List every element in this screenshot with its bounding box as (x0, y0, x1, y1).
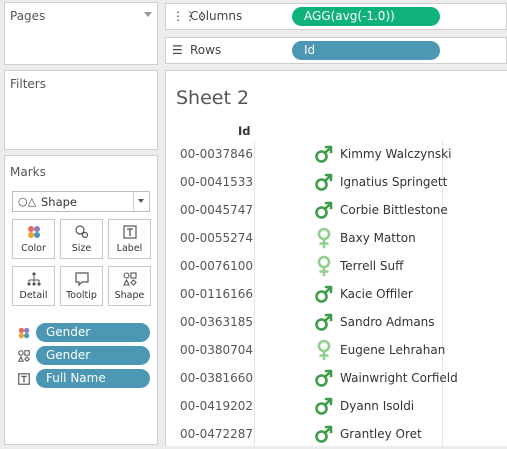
gender-color-field[interactable]: Gender (12, 323, 150, 343)
tooltip-button[interactable]: Tooltip (60, 266, 103, 306)
shape-button-label: Shape (114, 290, 145, 301)
sheet-title[interactable]: Sheet 2 (176, 87, 249, 109)
color-icon (13, 224, 54, 240)
table-row[interactable]: 00-0055274 Baxy Matton (166, 225, 507, 253)
row-full-name[interactable]: Ignatius Springett (340, 175, 447, 189)
row-id[interactable]: 00-0381660 (180, 371, 253, 385)
row-id[interactable]: 00-0041533 (180, 175, 253, 189)
row-id[interactable]: 00-0419202 (180, 399, 253, 413)
row-id[interactable]: 00-0045747 (180, 203, 253, 217)
row-full-name[interactable]: Eugene Lehrahan (340, 343, 445, 357)
male-symbol-icon[interactable] (314, 367, 334, 389)
detail-icon (13, 271, 54, 287)
rows-icon: ☰ (172, 43, 183, 57)
filters-title: Filters (10, 77, 46, 91)
column-header-id[interactable]: Id (238, 124, 251, 138)
row-id[interactable]: 00-0037846 (180, 147, 253, 161)
row-id[interactable]: 00-0363185 (180, 315, 253, 329)
gender-shape-field[interactable]: Gender (12, 346, 150, 366)
pages-title: Pages (10, 9, 46, 23)
tooltip-icon (61, 271, 102, 287)
table-row[interactable]: 00-0472287 Grantley Oret (166, 421, 507, 449)
male-symbol-icon[interactable] (314, 423, 334, 445)
row-full-name[interactable]: Grantley Oret (340, 427, 422, 441)
table-row[interactable]: 00-0419202 Dyann Isoldi (166, 393, 507, 421)
pages-menu-icon[interactable] (144, 12, 152, 17)
row-full-name[interactable]: Kimmy Walczynski (340, 147, 451, 161)
male-symbol-icon[interactable] (314, 143, 334, 165)
row-full-name[interactable]: Wainwright Corfield (340, 371, 458, 385)
filters-card[interactable]: Filters (4, 70, 158, 150)
table-row[interactable]: 00-0037846 Kimmy Walczynski (166, 141, 507, 169)
color-icon (16, 326, 32, 343)
gender-color-pill[interactable]: Gender (36, 323, 150, 342)
marks-card: Marks ○△ Shape Color Size Label Detail T… (4, 155, 158, 445)
mark-type-value: Shape (41, 195, 78, 209)
rows-label: Rows (190, 43, 222, 57)
pages-card[interactable]: Pages (4, 2, 158, 65)
male-symbol-icon[interactable] (314, 171, 334, 193)
color-button-label: Color (21, 243, 46, 254)
marks-title: Marks (10, 165, 46, 179)
mark-type-dropdown[interactable]: ○△ Shape (12, 191, 150, 212)
label-button-label: Label (116, 243, 143, 254)
table-row[interactable]: 00-0381660 Wainwright Corfield (166, 365, 507, 393)
row-full-name[interactable]: Kacie Offiler (340, 287, 413, 301)
worksheet-view: Sheet 2 Id 00-0037846 Kimmy Walczynski 00-… (165, 70, 507, 449)
table-row[interactable]: 00-0076100 Terrell Suff (166, 253, 507, 281)
rows-shelf[interactable]: ☰ Rows Id (165, 37, 507, 64)
columns-label: Columns (190, 9, 243, 23)
shape-button[interactable]: Shape (108, 266, 151, 306)
male-symbol-icon[interactable] (314, 311, 334, 333)
tooltip-button-label: Tooltip (66, 290, 97, 301)
row-id[interactable]: 00-0055274 (180, 231, 253, 245)
row-id[interactable]: 00-0076100 (180, 259, 253, 273)
row-id[interactable]: 00-0472287 (180, 427, 253, 441)
female-symbol-icon[interactable] (314, 227, 334, 249)
table-row[interactable]: 00-0041533 Ignatius Springett (166, 169, 507, 197)
shape-icon (109, 271, 150, 287)
male-symbol-icon[interactable] (314, 283, 334, 305)
male-symbol-icon[interactable] (314, 395, 334, 417)
table-row[interactable]: 00-0116166 Kacie Offiler (166, 281, 507, 309)
detail-button[interactable]: Detail (12, 266, 55, 306)
table-row[interactable]: 00-0380704 Eugene Lehrahan (166, 337, 507, 365)
label-icon (16, 372, 32, 389)
female-symbol-icon[interactable] (314, 255, 334, 277)
label-button[interactable]: Label (108, 219, 151, 259)
table-row[interactable]: 00-0363185 Sandro Admans (166, 309, 507, 337)
shape-icon (16, 349, 32, 366)
columns-shelf[interactable]: ⋮⋮⋮ Columns AGG(avg(-1.0)) (165, 3, 507, 30)
rows-pill[interactable]: Id (292, 41, 440, 60)
label-icon (109, 224, 150, 240)
shape-icon: ○△ (18, 195, 37, 208)
color-button[interactable]: Color (12, 219, 55, 259)
detail-button-label: Detail (19, 290, 48, 301)
row-full-name[interactable]: Dyann Isoldi (340, 399, 414, 413)
size-icon (61, 224, 102, 240)
columns-pill[interactable]: AGG(avg(-1.0)) (292, 7, 440, 26)
row-full-name[interactable]: Sandro Admans (340, 315, 435, 329)
row-id[interactable]: 00-0380704 (180, 343, 253, 357)
table-row[interactable]: 00-0045747 Corbie Bittlestone (166, 197, 507, 225)
row-full-name[interactable]: Terrell Suff (340, 259, 403, 273)
size-button[interactable]: Size (60, 219, 103, 259)
row-id[interactable]: 00-0116166 (180, 287, 253, 301)
female-symbol-icon[interactable] (314, 339, 334, 361)
size-button-label: Size (71, 243, 92, 254)
chevron-down-icon[interactable] (133, 192, 149, 211)
row-full-name[interactable]: Corbie Bittlestone (340, 203, 448, 217)
row-full-name[interactable]: Baxy Matton (340, 231, 416, 245)
gender-shape-pill[interactable]: Gender (36, 346, 150, 365)
full-name-pill[interactable]: Full Name (36, 369, 150, 388)
male-symbol-icon[interactable] (314, 199, 334, 221)
full-name-label-field[interactable]: Full Name (12, 369, 150, 389)
